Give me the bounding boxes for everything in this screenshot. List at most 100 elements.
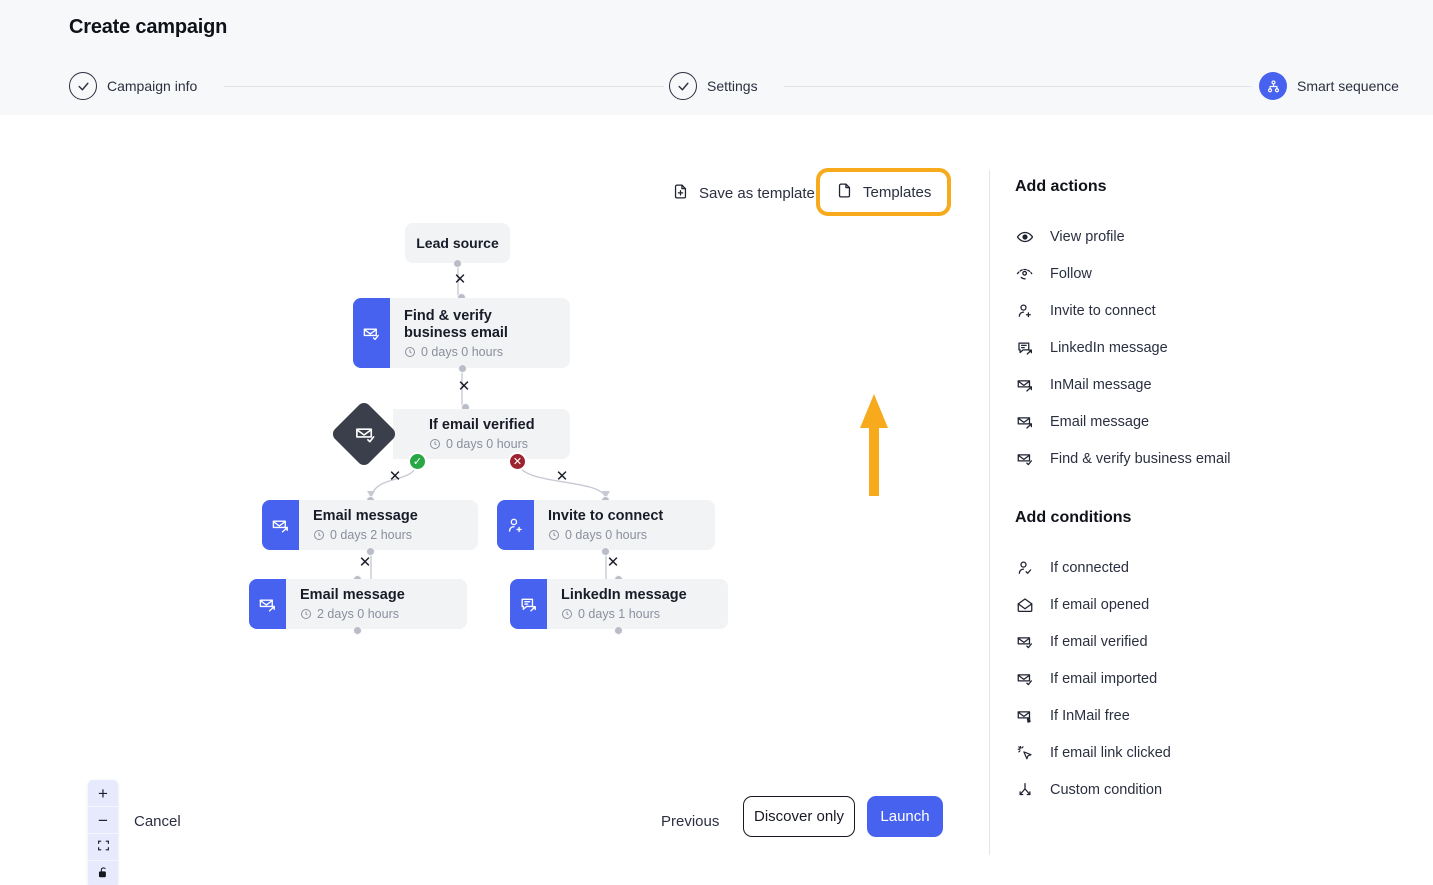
add-step-button[interactable]: ✕ xyxy=(388,470,402,484)
flow-node-find-verify-email[interactable]: Find & verify business email 0 days 0 ho… xyxy=(353,298,570,368)
action-item-label: Email message xyxy=(1050,414,1149,430)
linkedin-message-icon xyxy=(1015,338,1035,358)
page-header: Create campaign Campaign info Settings xyxy=(0,0,1433,115)
action-item-linkedin-message[interactable]: LinkedIn message xyxy=(1015,329,1415,366)
linkedin-message-icon xyxy=(510,579,547,629)
step-campaign-info[interactable]: Campaign info xyxy=(69,72,197,100)
condition-item-if-inmail-free[interactable]: If InMail free xyxy=(1015,697,1415,734)
add-step-button[interactable]: ✕ xyxy=(457,380,471,394)
flow-node-duration-text: 2 days 0 hours xyxy=(317,607,399,621)
add-step-button[interactable]: ✕ xyxy=(453,273,467,287)
condition-item-if-email-link-clicked[interactable]: If email link clicked xyxy=(1015,734,1415,771)
eye-follow-icon xyxy=(1015,264,1035,284)
flow-node-title: LinkedIn message xyxy=(561,587,714,604)
sequence-flow: Lead source ✕ Find & verify business ema… xyxy=(0,115,989,795)
action-item-label: InMail message xyxy=(1050,377,1152,393)
previous-button[interactable]: Previous xyxy=(655,805,725,838)
flow-node-duration: 0 days 2 hours xyxy=(313,528,464,542)
condition-item-label: If email link clicked xyxy=(1050,745,1171,761)
mail-send-icon xyxy=(262,500,299,550)
mail-dollar-icon xyxy=(1015,706,1035,726)
action-item-label: Find & verify business email xyxy=(1050,451,1231,467)
node-handle-bottom[interactable] xyxy=(614,626,623,635)
flow-node-linkedin-message[interactable]: LinkedIn message 0 days 1 hours xyxy=(510,579,728,629)
add-conditions-heading: Add conditions xyxy=(1015,509,1415,527)
flow-node-title: Lead source xyxy=(416,235,498,252)
flow-node-duration: 2 days 0 hours xyxy=(300,607,453,621)
flow-node-duration-text: 0 days 0 hours xyxy=(421,345,503,359)
step-label-smart-sequence: Smart sequence xyxy=(1297,78,1399,94)
sequence-canvas[interactable]: Lead source ✕ Find & verify business ema… xyxy=(0,115,989,885)
panel-divider xyxy=(989,170,990,855)
mail-send-icon xyxy=(1015,375,1035,395)
action-item-follow[interactable]: Follow xyxy=(1015,255,1415,292)
condition-item-if-connected[interactable]: If connected xyxy=(1015,549,1415,586)
add-step-button[interactable]: ✕ xyxy=(606,556,620,570)
condition-item-label: Custom condition xyxy=(1050,782,1162,798)
user-check-icon xyxy=(1015,558,1035,578)
action-item-label: View profile xyxy=(1050,229,1125,245)
stepper-connector-2 xyxy=(784,86,1252,87)
mail-check-icon xyxy=(353,298,390,368)
discover-only-button[interactable]: Discover only xyxy=(743,796,855,837)
flow-node-title: Email message xyxy=(300,587,453,604)
branch-badge-no[interactable]: ✕ xyxy=(508,452,527,471)
flow-node-duration-text: 0 days 0 hours xyxy=(565,528,647,542)
flow-node-duration-text: 0 days 1 hours xyxy=(578,607,660,621)
flow-node-lead-source[interactable]: Lead source xyxy=(405,223,510,263)
mail-check-icon xyxy=(352,421,378,447)
condition-item-if-email-verified[interactable]: If email verified xyxy=(1015,623,1415,660)
add-step-button[interactable]: ✕ xyxy=(358,556,372,570)
condition-item-if-email-opened[interactable]: If email opened xyxy=(1015,586,1415,623)
condition-item-label: If email verified xyxy=(1050,634,1148,650)
mail-check-icon xyxy=(1015,669,1035,689)
flow-node-email-message-2[interactable]: Email message 2 days 0 hours xyxy=(249,579,467,629)
mail-check-icon xyxy=(1015,449,1035,469)
action-item-view-profile[interactable]: View profile xyxy=(1015,218,1415,255)
cancel-button[interactable]: Cancel xyxy=(128,805,187,838)
branch-badge-yes[interactable]: ✓ xyxy=(408,452,427,471)
node-handle-bottom[interactable] xyxy=(458,364,467,373)
user-plus-icon xyxy=(497,500,534,550)
launch-button[interactable]: Launch xyxy=(867,796,943,837)
user-plus-icon xyxy=(1015,301,1035,321)
action-item-label: Follow xyxy=(1050,266,1092,282)
flow-node-duration-text: 0 days 2 hours xyxy=(330,528,412,542)
eye-icon xyxy=(1015,227,1035,247)
condition-item-label: If email opened xyxy=(1050,597,1149,613)
condition-item-label: If email imported xyxy=(1050,671,1157,687)
step-label-campaign-info: Campaign info xyxy=(107,78,197,94)
action-item-invite-to-connect[interactable]: Invite to connect xyxy=(1015,292,1415,329)
action-item-label: LinkedIn message xyxy=(1050,340,1168,356)
flow-node-title: Invite to connect xyxy=(548,508,701,525)
add-items-panel: Add actions View profile Follow xyxy=(1015,178,1415,808)
add-actions-heading: Add actions xyxy=(1015,178,1415,196)
sitemap-icon xyxy=(1259,72,1287,100)
action-item-label: Invite to connect xyxy=(1050,303,1156,319)
page-title: Create campaign xyxy=(69,16,227,39)
mail-open-icon xyxy=(1015,595,1035,615)
mail-send-icon xyxy=(1015,412,1035,432)
flow-node-title: If email verified xyxy=(429,417,556,434)
create-campaign-page: Create campaign Campaign info Settings xyxy=(0,0,1433,885)
step-settings[interactable]: Settings xyxy=(669,72,758,100)
flow-node-duration-text: 0 days 0 hours xyxy=(446,437,528,451)
check-circle-icon xyxy=(69,72,97,100)
flow-node-duration: 0 days 0 hours xyxy=(548,528,701,542)
condition-item-label: If connected xyxy=(1050,560,1129,576)
step-smart-sequence[interactable]: Smart sequence xyxy=(1259,72,1399,100)
action-item-inmail-message[interactable]: InMail message xyxy=(1015,366,1415,403)
wizard-stepper: Campaign info Settings Smart sequence xyxy=(69,72,1369,102)
node-handle-bottom[interactable] xyxy=(353,626,362,635)
branch-icon xyxy=(1015,780,1035,800)
condition-item-if-email-imported[interactable]: If email imported xyxy=(1015,660,1415,697)
add-step-button[interactable]: ✕ xyxy=(555,470,569,484)
flow-node-duration: 0 days 0 hours xyxy=(404,345,556,359)
action-item-email-message[interactable]: Email message xyxy=(1015,403,1415,440)
flow-node-email-message-1[interactable]: Email message 0 days 2 hours xyxy=(262,500,478,550)
node-handle-bottom[interactable] xyxy=(453,259,462,268)
flow-node-invite-to-connect[interactable]: Invite to connect 0 days 0 hours xyxy=(497,500,715,550)
action-item-find-verify-business-email[interactable]: Find & verify business email xyxy=(1015,440,1415,477)
step-label-settings: Settings xyxy=(707,78,758,94)
condition-item-custom-condition[interactable]: Custom condition xyxy=(1015,771,1415,808)
